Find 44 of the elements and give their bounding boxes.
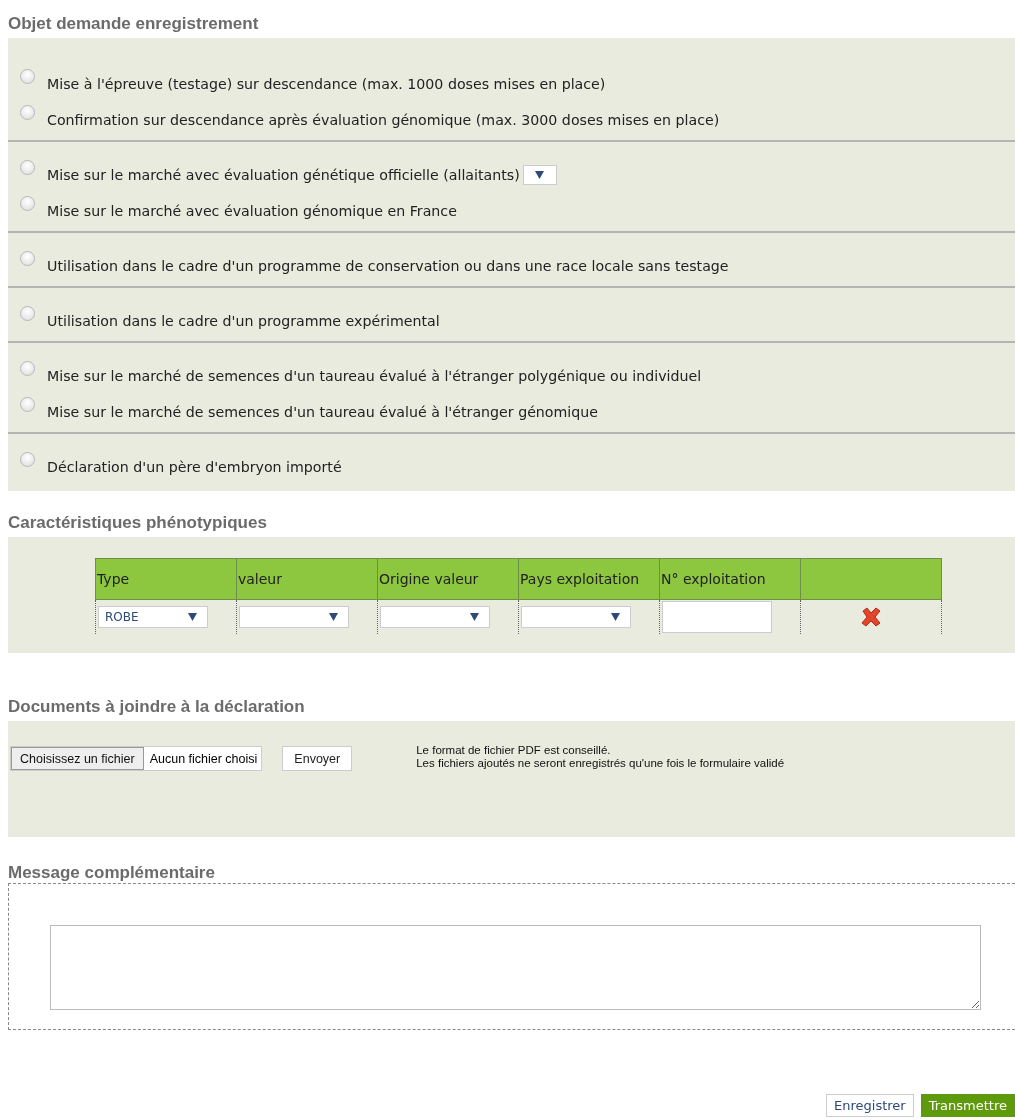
caret-icon [535,171,545,179]
option-label: Utilisation dans le cadre d'un programme de conservation ou dans une race locale sans testage [47,258,729,274]
help-text: Le format de fichier PDF est conseillé. [416,744,612,757]
option-label: Confirmation sur descendance après évaluation génomique (max. 3000 doses mises en place) [47,112,720,128]
option-label: Mise sur le marché avec évaluation génétique officielle (allaitants) [47,167,520,183]
section-heading: Message complémentaire [8,863,215,883]
caret-icon [470,613,479,621]
delete-icon[interactable] [860,607,882,627]
section-heading: Documents à joindre à la déclaration [8,697,305,717]
dropdown[interactable] [522,165,557,185]
dropdown[interactable]: ROBE [98,606,208,628]
section-heading: Caractéristiques phénotypiques [8,513,267,533]
column-header: Pays exploitation [518,558,660,600]
input-field[interactable] [662,601,772,633]
radio-button[interactable] [20,104,35,120]
save-button[interactable]: Enregistrer [826,1094,914,1117]
option-label: Mise sur le marché de semences d'un taureau évalué à l'étranger polygénique ou individuel [47,368,702,384]
section-heading: Objet demande enregistrement [8,14,259,34]
choose-file-button[interactable]: Choisissez un fichier [11,747,144,770]
radio-button[interactable] [20,195,35,211]
caret-icon [611,613,620,621]
column-header: N° exploitation [659,558,801,600]
option-label: Mise à l'épreuve (testage) sur descendance (max. 1000 doses mises en place) [47,76,606,92]
radio-button[interactable] [20,396,35,412]
message-field[interactable] [50,925,981,1010]
option-label: Utilisation dans le cadre d'un programme expérimental [47,313,440,329]
radio-button[interactable] [20,360,35,376]
caret-icon [329,613,338,621]
column-header: Origine valeur [377,558,519,600]
send-button[interactable]: Envoyer [282,746,353,771]
radio-button[interactable] [20,305,35,321]
option-label: Mise sur le marché avec évaluation génomique en France [47,203,457,219]
radio-button[interactable] [20,250,35,266]
caret-icon [188,613,197,621]
radio-button[interactable] [20,159,35,175]
radio-button[interactable] [20,451,35,467]
column-header: Type [95,558,237,600]
help-text: Les fichiers ajoutés ne seront enregistrés qu'une fois le formulaire validé [416,757,785,770]
option-label: Mise sur le marché de semences d'un taureau évalué à l'étranger génomique [47,404,599,420]
option-label: Déclaration d'un père d'embryon importé [47,459,342,475]
radio-button[interactable] [20,68,35,84]
file-status: Aucun fichier choisi [148,751,259,766]
file-input[interactable]: Choisissez un fichier Aucun fichier choisi [10,746,263,771]
column-header: valeur [236,558,378,600]
